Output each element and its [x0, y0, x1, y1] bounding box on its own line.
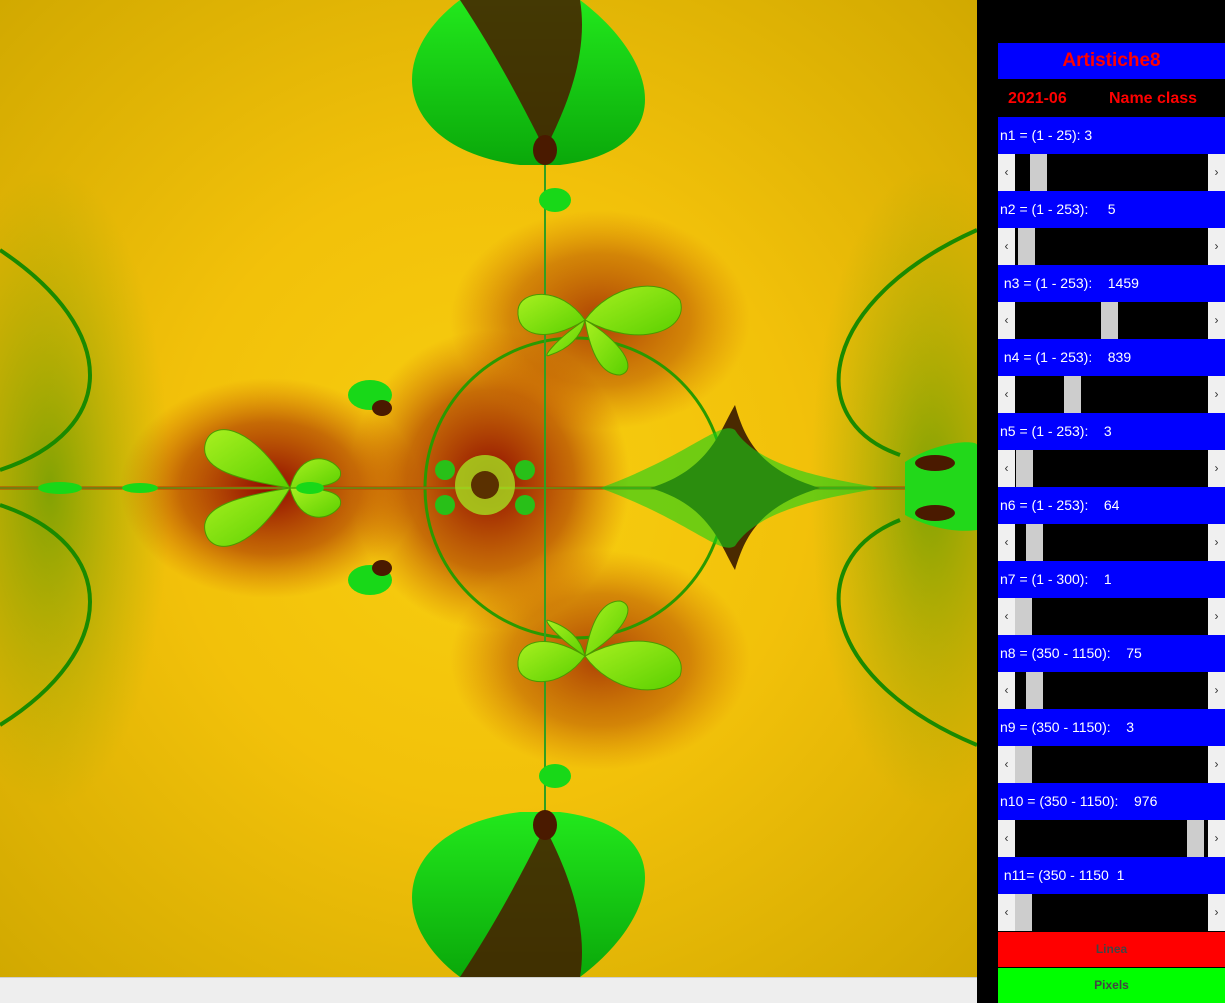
- scroll-right-arrow-icon[interactable]: ›: [1208, 376, 1225, 413]
- scrollbar-track[interactable]: [1015, 302, 1208, 339]
- scrollbar-track[interactable]: [1015, 376, 1208, 413]
- scroll-right-arrow-icon[interactable]: ›: [1208, 598, 1225, 635]
- scroll-left-arrow-icon[interactable]: ‹: [998, 820, 1015, 857]
- param-label-n5: n5 = (1 - 253): 3: [998, 413, 1225, 450]
- pixels-button[interactable]: Pixels: [998, 968, 1225, 1003]
- fractal-canvas[interactable]: [0, 0, 977, 977]
- param-scrollbar-n9[interactable]: ‹ ›: [998, 746, 1225, 783]
- fractal-image: [0, 0, 977, 977]
- param-scrollbar-n6[interactable]: ‹ ›: [998, 524, 1225, 561]
- param-scrollbar-n11[interactable]: ‹ ›: [998, 894, 1225, 931]
- param-scrollbar-n7[interactable]: ‹ ›: [998, 598, 1225, 635]
- scroll-left-arrow-icon[interactable]: ‹: [998, 450, 1015, 487]
- scroll-right-arrow-icon[interactable]: ›: [1208, 302, 1225, 339]
- param-scrollbar-n2[interactable]: ‹ ›: [998, 228, 1225, 265]
- scrollbar-thumb[interactable]: [1016, 450, 1033, 487]
- scrollbar-thumb[interactable]: [1026, 524, 1043, 561]
- control-panel: Artistiche8 2021-06 Name class n1 = (1 -…: [977, 0, 1225, 1003]
- param-label-n6: n6 = (1 - 253): 64: [998, 487, 1225, 524]
- scrollbar-track[interactable]: [1015, 450, 1208, 487]
- class-label: Name class: [1109, 90, 1198, 107]
- param-scrollbar-n1[interactable]: ‹ ›: [998, 154, 1225, 191]
- param-label-n1: n1 = (1 - 25): 3: [998, 117, 1225, 154]
- scrollbar-thumb[interactable]: [1187, 820, 1204, 857]
- scrollbar-track[interactable]: [1015, 524, 1208, 561]
- scroll-left-arrow-icon[interactable]: ‹: [998, 894, 1015, 931]
- param-label-n4: n4 = (1 - 253): 839: [998, 339, 1225, 376]
- date-label: 2021-06: [1008, 90, 1067, 107]
- scroll-right-arrow-icon[interactable]: ›: [1208, 450, 1225, 487]
- param-label-n10: n10 = (350 - 1150): 976: [998, 783, 1225, 820]
- scroll-right-arrow-icon[interactable]: ›: [1208, 820, 1225, 857]
- scrollbar-track[interactable]: [1015, 154, 1208, 191]
- scroll-left-arrow-icon[interactable]: ‹: [998, 746, 1015, 783]
- app-title: Artistiche8: [998, 43, 1225, 79]
- scroll-left-arrow-icon[interactable]: ‹: [998, 598, 1015, 635]
- scroll-right-arrow-icon[interactable]: ›: [1208, 672, 1225, 709]
- scroll-right-arrow-icon[interactable]: ›: [1208, 154, 1225, 191]
- scroll-right-arrow-icon[interactable]: ›: [1208, 894, 1225, 931]
- param-label-n8: n8 = (350 - 1150): 75: [998, 635, 1225, 672]
- scrollbar-thumb[interactable]: [1026, 672, 1043, 709]
- scroll-right-arrow-icon[interactable]: ›: [1208, 746, 1225, 783]
- scrollbar-thumb[interactable]: [1030, 154, 1047, 191]
- param-label-n11: n11= (350 - 1150 1: [998, 857, 1225, 894]
- scrollbar-thumb[interactable]: [1101, 302, 1118, 339]
- param-scrollbar-n3[interactable]: ‹ ›: [998, 302, 1225, 339]
- scrollbar-thumb[interactable]: [1015, 598, 1032, 635]
- scrollbar-track[interactable]: [1015, 894, 1208, 931]
- scroll-left-arrow-icon[interactable]: ‹: [998, 524, 1015, 561]
- scroll-left-arrow-icon[interactable]: ‹: [998, 228, 1015, 265]
- scroll-left-arrow-icon[interactable]: ‹: [998, 154, 1015, 191]
- scrollbar-track[interactable]: [1015, 746, 1208, 783]
- param-scrollbar-n8[interactable]: ‹ ›: [998, 672, 1225, 709]
- param-scrollbar-n5[interactable]: ‹ ›: [998, 450, 1225, 487]
- param-label-n7: n7 = (1 - 300): 1: [998, 561, 1225, 598]
- subtitle-row: 2021-06 Name class: [998, 79, 1225, 117]
- status-strip: [0, 977, 977, 1003]
- scrollbar-thumb[interactable]: [1064, 376, 1081, 413]
- scrollbar-track[interactable]: [1015, 820, 1208, 857]
- param-label-n9: n9 = (350 - 1150): 3: [998, 709, 1225, 746]
- scrollbar-track[interactable]: [1015, 672, 1208, 709]
- scrollbar-track[interactable]: [1015, 228, 1208, 265]
- scroll-left-arrow-icon[interactable]: ‹: [998, 672, 1015, 709]
- param-scrollbar-n4[interactable]: ‹ ›: [998, 376, 1225, 413]
- scroll-left-arrow-icon[interactable]: ‹: [998, 376, 1015, 413]
- scroll-left-arrow-icon[interactable]: ‹: [998, 302, 1015, 339]
- param-label-n2: n2 = (1 - 253): 5: [998, 191, 1225, 228]
- scroll-right-arrow-icon[interactable]: ›: [1208, 524, 1225, 561]
- scrollbar-track[interactable]: [1015, 598, 1208, 635]
- param-scrollbar-n10[interactable]: ‹ ›: [998, 820, 1225, 857]
- param-label-n3: n3 = (1 - 253): 1459: [998, 265, 1225, 302]
- scrollbar-thumb[interactable]: [1015, 894, 1032, 931]
- scrollbar-thumb[interactable]: [1015, 746, 1032, 783]
- linea-button[interactable]: Linea: [998, 932, 1225, 967]
- scroll-right-arrow-icon[interactable]: ›: [1208, 228, 1225, 265]
- scrollbar-thumb[interactable]: [1018, 228, 1035, 265]
